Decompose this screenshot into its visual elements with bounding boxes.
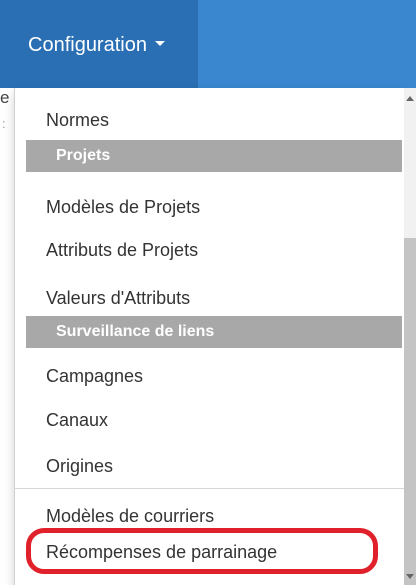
section-header-label: Projets [56,147,111,164]
menu-item-modeles-de-projets[interactable]: Modèles de Projets [46,196,200,218]
background-text-fragment: e [0,88,10,107]
background-text-fragment-2: : [2,116,6,131]
menu-item-canaux[interactable]: Canaux [46,409,108,431]
scrollbar-thumb[interactable] [404,238,416,585]
highlight-annotation [26,528,378,574]
configuration-menu-toggle[interactable]: Configuration [0,0,198,88]
menu-item-attributs-de-projets[interactable]: Attributs de Projets [46,239,198,261]
configuration-menu-label: Configuration [28,33,165,57]
scroll-up-arrow-icon[interactable] [406,96,414,101]
section-header-label: Surveillance de liens [56,323,215,340]
menu-divider [14,488,404,489]
scroll-down-arrow-icon[interactable] [406,574,414,579]
menu-item-valeurs-d-attributs[interactable]: Valeurs d'Attributs [46,287,190,309]
section-header-surveillance-de-liens: Surveillance de liens [26,316,402,348]
page: Configuration e : Normes Projets Modèles… [0,0,416,585]
top-navbar: Configuration [0,0,416,88]
caret-down-icon [154,41,165,47]
section-header-projets: Projets [26,140,402,172]
configuration-label-text: Configuration [28,34,147,56]
menu-item-origines[interactable]: Origines [46,455,113,477]
menu-item-modeles-de-courriers[interactable]: Modèles de courriers [46,505,214,527]
menu-item-campagnes[interactable]: Campagnes [46,365,143,387]
menu-item-normes[interactable]: Normes [46,109,109,131]
